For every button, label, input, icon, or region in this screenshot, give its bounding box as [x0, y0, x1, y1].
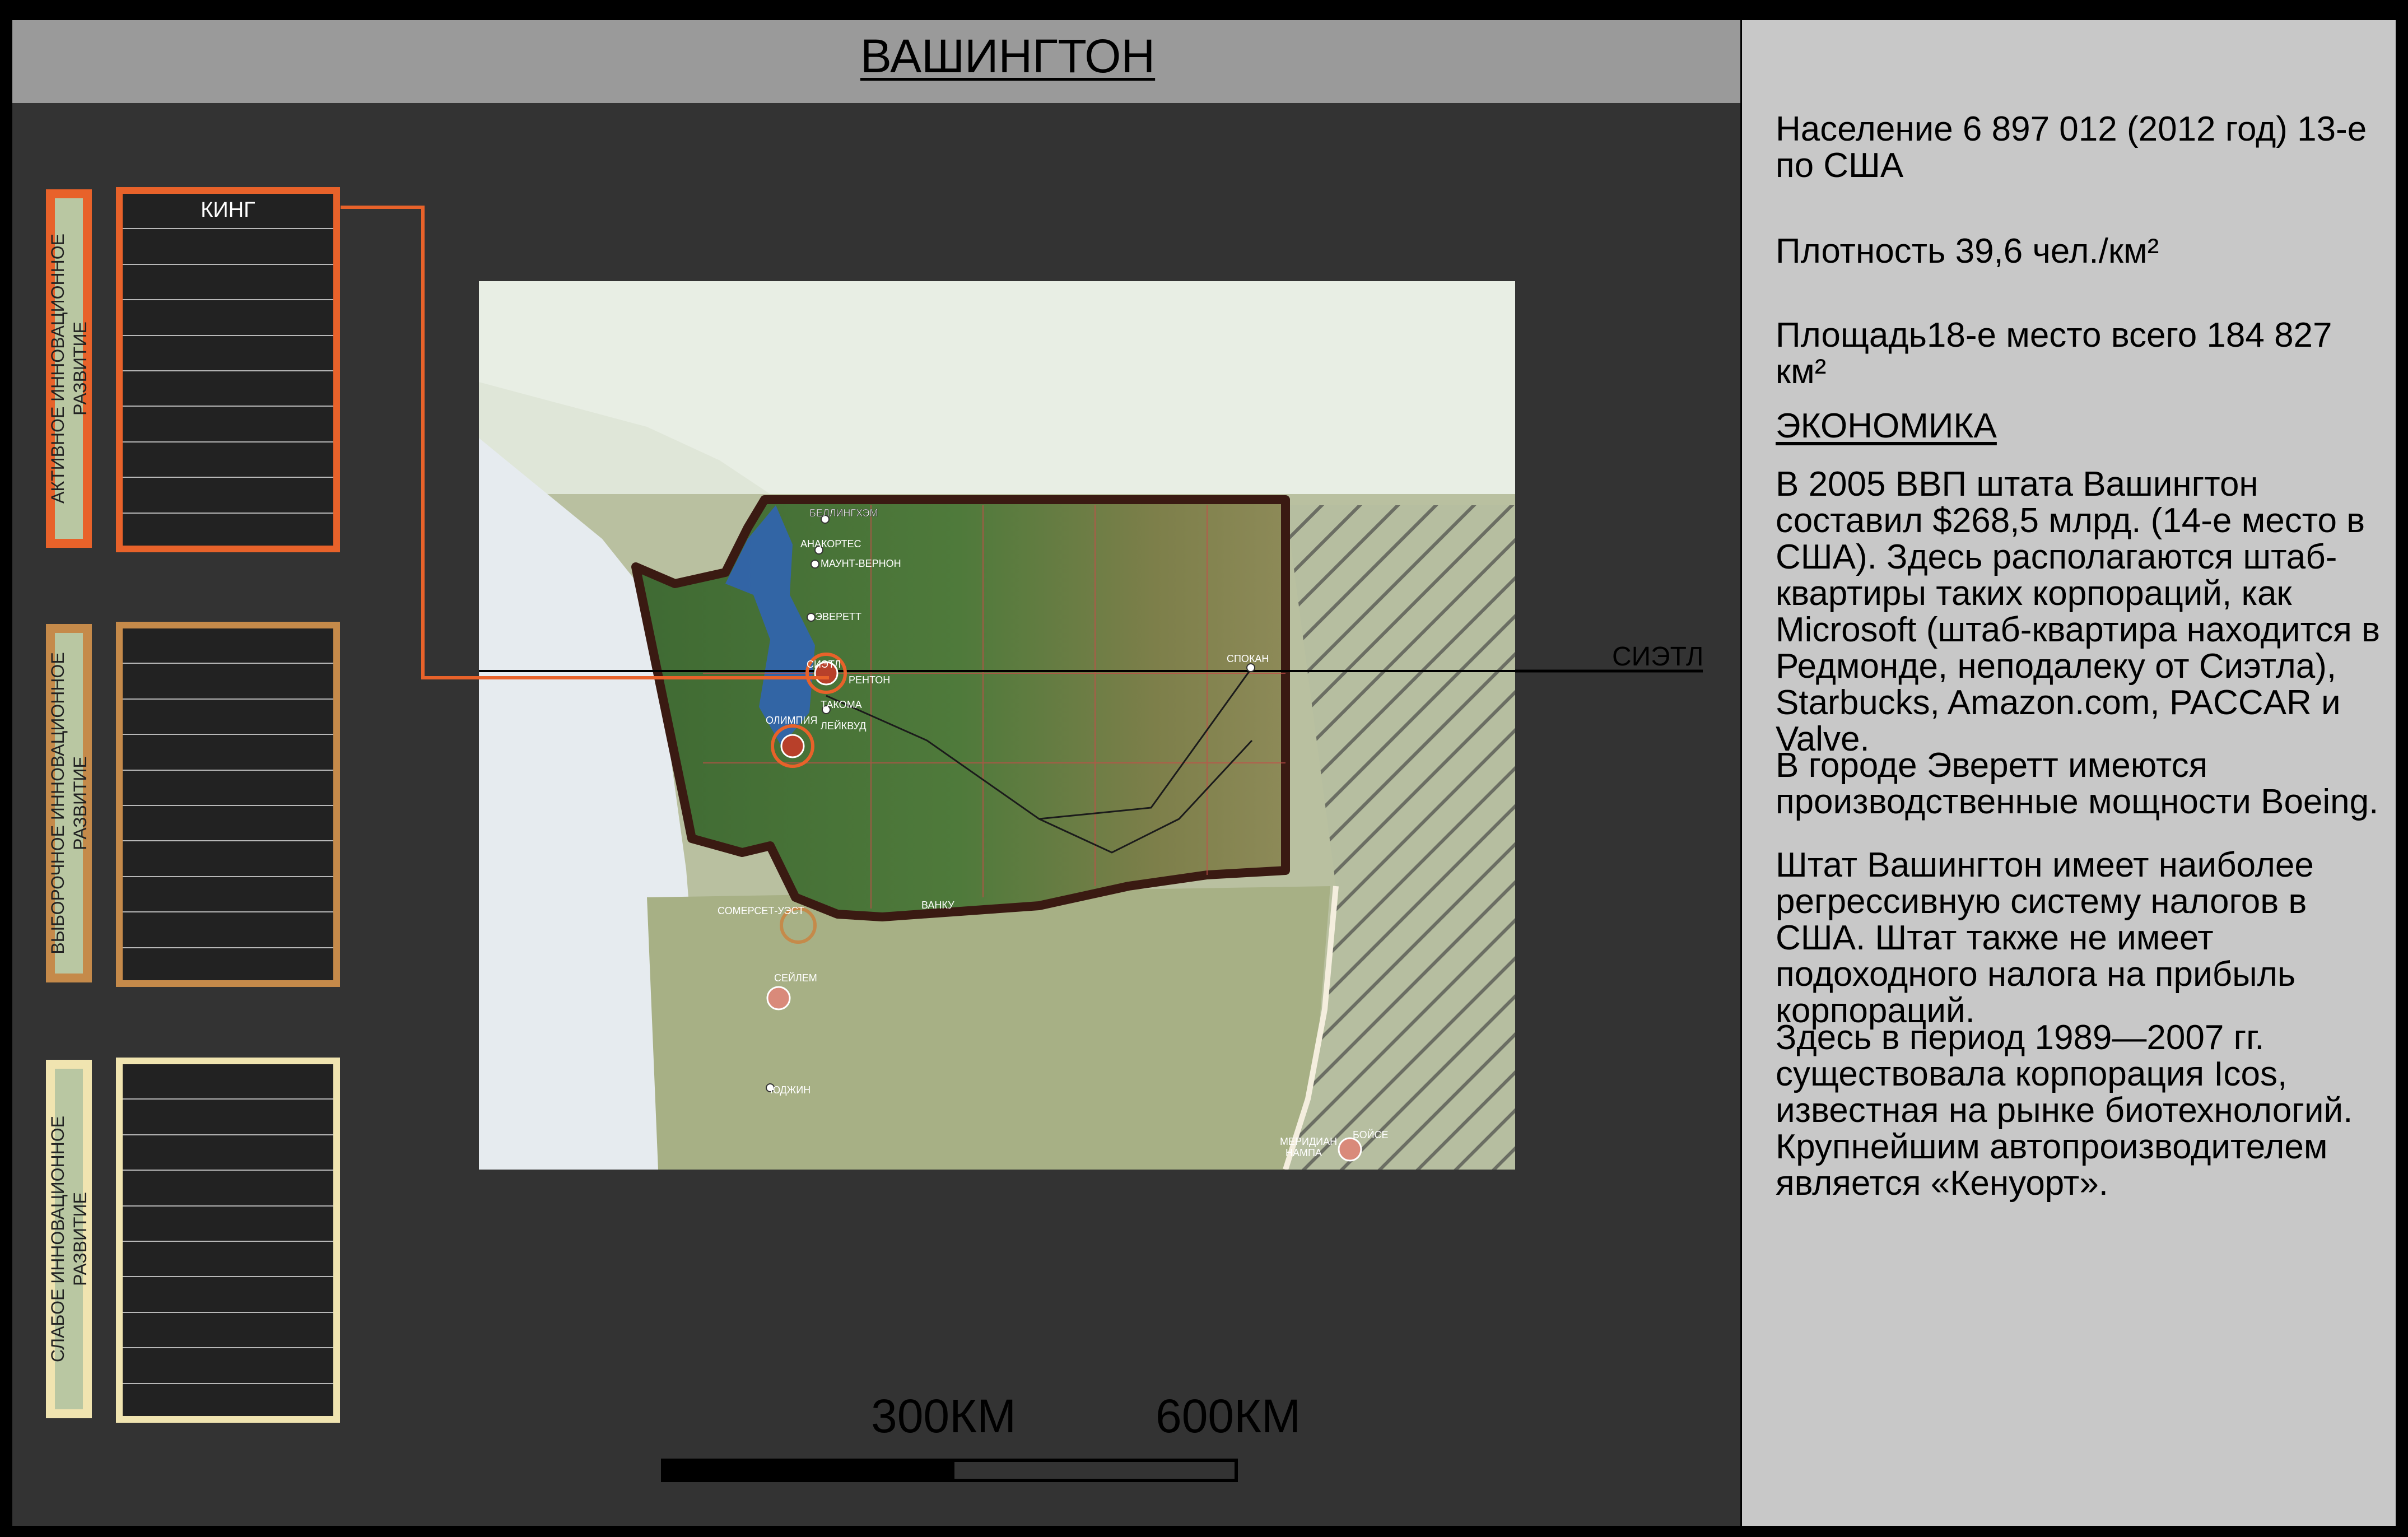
scale-label-300: 300КМ — [871, 1390, 1017, 1442]
callout-line-king — [341, 206, 829, 679]
scale-bar — [661, 1459, 1238, 1482]
scale-label-600: 600КМ — [1156, 1390, 1301, 1442]
seattle-callout-label: СИЭТЛ — [1612, 642, 1704, 672]
scale-bar-fill — [664, 1462, 954, 1479]
callout-overlay — [341, 206, 1703, 679]
